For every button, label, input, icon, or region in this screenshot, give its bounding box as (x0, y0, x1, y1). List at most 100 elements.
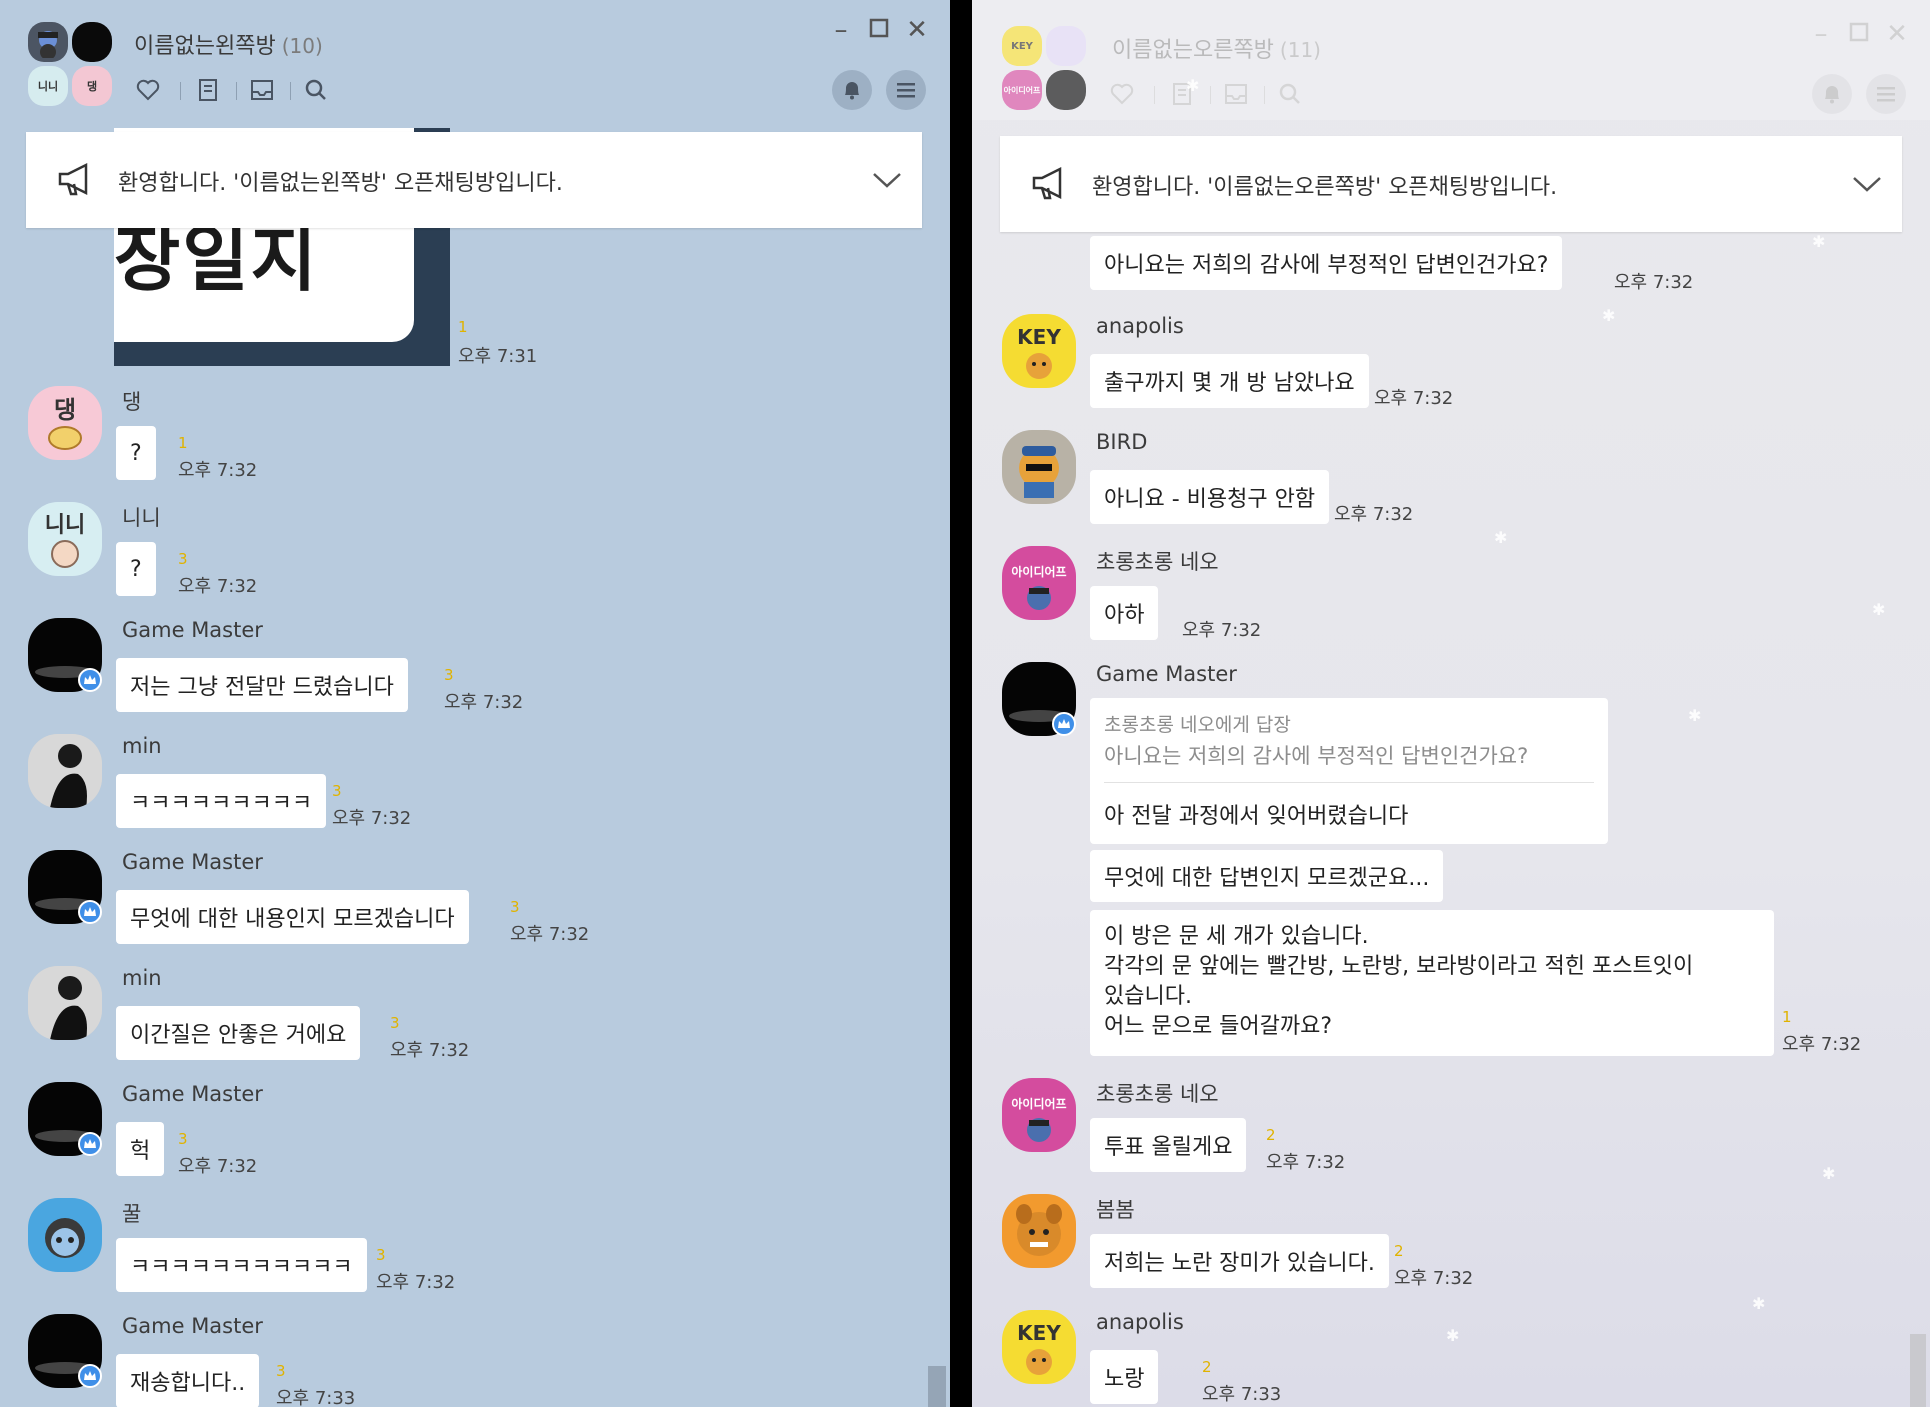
reply-bubble[interactable]: 초롱초롱 네오에게 답장 아니요는 저희의 감사에 부정적인 답변인건가요? 아… (1090, 698, 1608, 844)
message-time: 오후 7:32 (1374, 388, 1454, 409)
message-time: 오후 7:32 (1394, 1268, 1474, 1289)
room-name: 이름없는오른쪽방 (1112, 38, 1274, 63)
avatar[interactable]: 아이디어프 (1002, 1078, 1076, 1152)
message-bubble[interactable]: 무엇에 대한 답변인지 모르겠군요... (1090, 850, 1444, 902)
search-icon[interactable] (1276, 80, 1304, 108)
bell-icon[interactable] (832, 70, 872, 110)
message-time: 오후 7:32 (1614, 272, 1694, 293)
left-chat-window: 니니 댕 이름없는왼쪽방 (10) – ✕ 장일지 1 오후 7:31 댕 댕 ?… (0, 0, 950, 1407)
member-avatar-label: 댕 (86, 80, 98, 93)
unread-count: 2 (1266, 1126, 1276, 1144)
message-time: 오후 7:31 (458, 346, 538, 367)
room-avatar-group[interactable]: KEY 아이디어프 (1002, 26, 1088, 112)
avatar[interactable] (1002, 430, 1076, 504)
message-bubble[interactable]: ? (116, 542, 156, 596)
message-row: KEY anapolis 출구까지 몇 개 방 남았나요 오후 7:32 (1002, 314, 1902, 424)
notice-text: 환영합니다. '이름없는오른쪽방' 오픈채팅방입니다. (1092, 175, 1558, 200)
room-avatar-group[interactable]: 니니 댕 (28, 22, 114, 108)
member-avatar-label: KEY (1011, 40, 1033, 52)
heart-icon[interactable] (1108, 80, 1136, 108)
message-bubble[interactable]: 투표 올릴게요 (1090, 1118, 1247, 1172)
notice-banner[interactable]: 환영합니다. '이름없는오른쪽방' 오픈채팅방입니다. (1000, 136, 1902, 232)
message-bubble[interactable]: 재송합니다.. (116, 1354, 260, 1407)
avatar[interactable]: KEY (1002, 1310, 1076, 1384)
avatar-label: 아이디어프 (1011, 564, 1066, 579)
search-icon[interactable] (302, 76, 330, 104)
message-row: Game Master 초롱초롱 네오에게 답장 아니요는 저희의 감사에 부정… (1002, 662, 1922, 1062)
inbox-icon[interactable] (1222, 80, 1250, 108)
message-bubble[interactable]: 이간질은 안좋은 거에요 (116, 1006, 361, 1060)
message-bubble[interactable]: 저희는 노란 장미가 있습니다. (1090, 1234, 1389, 1288)
room-name: 이름없는왼쪽방 (134, 34, 276, 59)
unread-count: 1 (458, 318, 468, 336)
unread-count: 3 (510, 898, 520, 916)
reply-text: 아 전달 과정에서 잊어버렸습니다 (1104, 804, 1409, 829)
close-icon[interactable]: ✕ (1882, 21, 1912, 47)
bell-icon[interactable] (1812, 74, 1852, 114)
message-bubble[interactable]: ? (116, 426, 156, 480)
message-bubble[interactable]: 출구까지 몇 개 방 남았나요 (1090, 354, 1369, 408)
minimize-icon[interactable]: – (1806, 21, 1836, 47)
member-avatar: 니니 (28, 66, 68, 106)
room-title: 이름없는오른쪽방 (11) (1112, 32, 1321, 64)
avatar[interactable]: 아이디어프 (1002, 546, 1076, 620)
avatar[interactable]: 니니 (28, 502, 102, 576)
sender-name: min (122, 966, 162, 990)
avatar[interactable] (1002, 1194, 1076, 1268)
message-bubble[interactable]: 노랑 (1090, 1350, 1159, 1404)
toolbar-separator (290, 82, 291, 100)
unread-count: 2 (1394, 1242, 1404, 1260)
message-bubble[interactable]: 헉 (116, 1122, 165, 1176)
message-row: min ㅋㅋㅋㅋㅋㅋㅋㅋㅋ 3 오후 7:32 (28, 734, 928, 844)
unread-count: 3 (390, 1014, 400, 1032)
message-time: 오후 7:32 (444, 692, 524, 713)
message-bubble[interactable]: ㅋㅋㅋㅋㅋㅋㅋㅋㅋㅋㅋ (116, 1238, 367, 1292)
message-bubble[interactable]: 무엇에 대한 내용인지 모르겠습니다 (116, 890, 469, 944)
message-time: 오후 7:32 (1334, 504, 1414, 525)
heart-icon[interactable] (134, 76, 162, 104)
avatar[interactable] (28, 734, 102, 808)
message-bubble-multiline[interactable]: 이 방은 문 세 개가 있습니다. 각각의 문 앞에는 빨간방, 노란방, 보라… (1090, 910, 1774, 1056)
message-bubble[interactable]: 저는 그냥 전달만 드렸습니다 (116, 658, 408, 712)
chevron-down-icon[interactable] (870, 164, 904, 194)
megaphone-icon (56, 162, 96, 198)
message-bubble[interactable]: 아니요는 저희의 감사에 부정적인 답변인건가요? (1090, 236, 1563, 290)
toolbar-separator (1154, 86, 1155, 104)
member-avatar-label: 니니 (37, 80, 59, 93)
message-time: 오후 7:32 (178, 1156, 258, 1177)
svg-text:댕: 댕 (54, 396, 76, 424)
message-bubble[interactable]: 아하 (1090, 586, 1159, 640)
scrollbar[interactable] (928, 1366, 946, 1407)
sender-name: 초롱초롱 네오 (1096, 1082, 1219, 1106)
message-row: BIRD 아니요 - 비용청구 안함 오후 7:32 (1002, 430, 1902, 540)
menu-icon[interactable] (886, 70, 926, 110)
maximize-icon[interactable] (864, 18, 894, 42)
unread-count: 3 (376, 1246, 386, 1264)
note-icon[interactable] (1168, 80, 1196, 108)
sender-name: Game Master (1096, 662, 1237, 686)
member-avatar (28, 22, 68, 62)
close-icon[interactable]: ✕ (902, 17, 932, 43)
sender-name: BIRD (1096, 430, 1148, 454)
message-bubble[interactable]: ㅋㅋㅋㅋㅋㅋㅋㅋㅋ (116, 774, 327, 828)
avatar[interactable]: 댕 (28, 386, 102, 460)
sender-name: 니니 (122, 506, 161, 530)
minimize-icon[interactable]: – (826, 17, 856, 43)
message-row: Game Master 무엇에 대한 내용인지 모르겠습니다 3 오후 7:32 (28, 850, 928, 960)
sender-name: Game Master (122, 618, 263, 642)
scrollbar[interactable] (1910, 1334, 1926, 1407)
maximize-icon[interactable] (1844, 22, 1874, 46)
chevron-down-icon[interactable] (1850, 168, 1884, 198)
avatar[interactable]: KEY (1002, 314, 1076, 388)
menu-icon[interactable] (1866, 74, 1906, 114)
avatar[interactable] (28, 966, 102, 1040)
message-bubble[interactable]: 아니요 - 비용청구 안함 (1090, 470, 1330, 524)
notice-text: 환영합니다. '이름없는왼쪽방' 오픈채팅방입니다. (118, 171, 563, 196)
notice-banner[interactable]: 환영합니다. '이름없는왼쪽방' 오픈채팅방입니다. (26, 132, 922, 228)
inbox-icon[interactable] (248, 76, 276, 104)
note-icon[interactable] (194, 76, 222, 104)
avatar[interactable] (28, 1198, 102, 1272)
unread-count: 3 (444, 666, 454, 684)
message-row: Game Master 재송합니다.. 3 오후 7:33 (28, 1314, 928, 1407)
message-time: 오후 7:32 (178, 576, 258, 597)
